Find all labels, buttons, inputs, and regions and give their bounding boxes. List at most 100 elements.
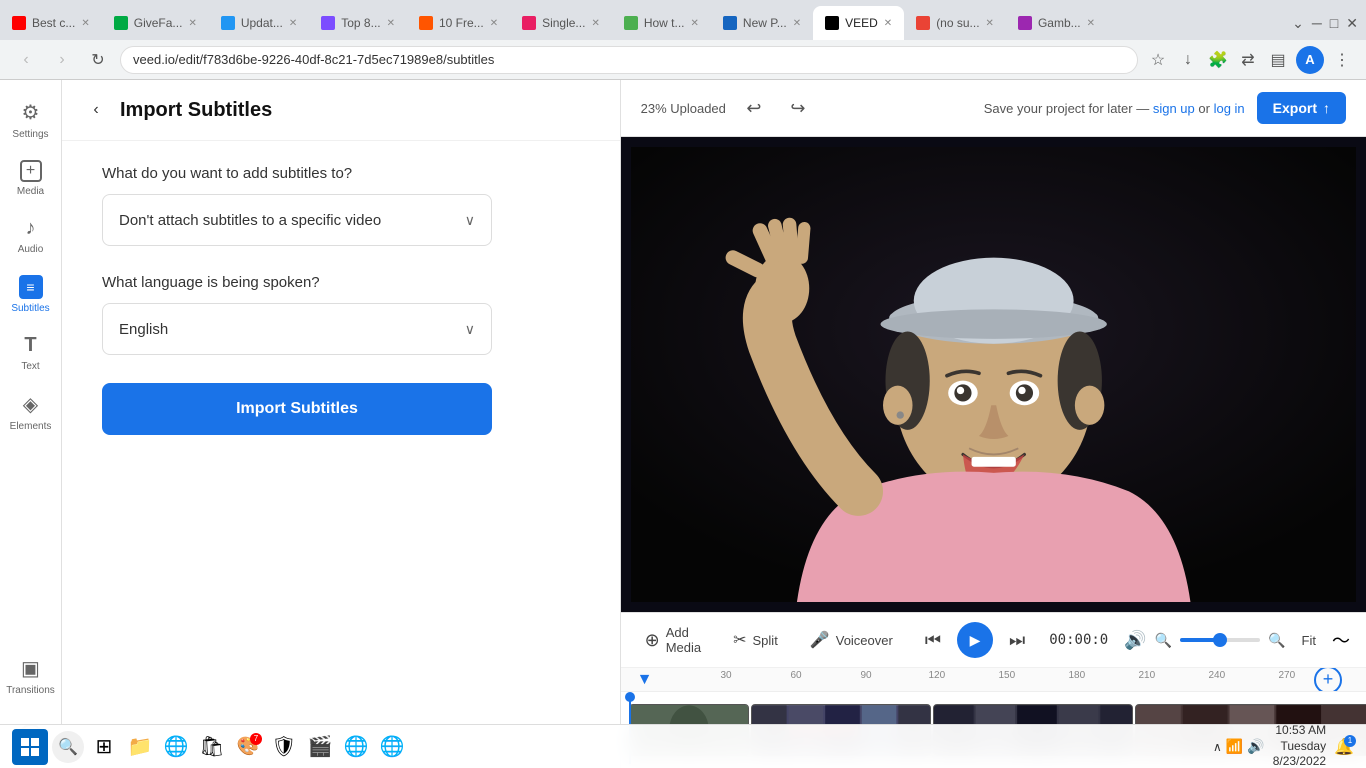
task-view-button[interactable]: ⊞ <box>88 731 120 763</box>
tab-2[interactable]: GiveFa... ✕ <box>102 6 209 40</box>
tab-close-10[interactable]: ✕ <box>986 18 994 29</box>
vlc-icon[interactable]: 🎬 <box>304 731 336 763</box>
tab-close-5[interactable]: ✕ <box>490 18 498 29</box>
sign-up-link[interactable]: sign up <box>1153 101 1195 116</box>
chevron-down-icon-2: ∨ <box>465 321 475 338</box>
sidebar-label-text: Text <box>21 361 39 372</box>
play-button[interactable]: ▶ <box>957 622 993 658</box>
sidebar-toggle-icon[interactable]: ▤ <box>1266 48 1290 72</box>
edge-browser-icon[interactable]: 🌐 <box>160 731 192 763</box>
zoom-slider[interactable] <box>1180 638 1260 642</box>
sidebar-item-text[interactable]: T Text <box>1 326 61 380</box>
language-select[interactable]: English ∨ <box>102 303 492 355</box>
refresh-btn[interactable]: ↻ <box>84 46 112 74</box>
sound-icon[interactable]: 🔊 <box>1247 738 1264 755</box>
add-media-button[interactable]: ⊕ Add Media <box>637 621 710 659</box>
tab-label-5: 10 Fre... <box>439 16 484 30</box>
maximize-btn[interactable]: □ <box>1330 15 1338 31</box>
clock-display[interactable]: 10:53 AM Tuesday 8/23/2022 <box>1273 723 1326 768</box>
video-canvas <box>631 147 1356 602</box>
tab-close-4[interactable]: ✕ <box>387 18 395 29</box>
voiceover-button[interactable]: 🎤 Voiceover <box>802 626 901 654</box>
tab-6[interactable]: Single... ✕ <box>510 6 612 40</box>
sidebar-label-subtitles: Subtitles <box>11 303 49 314</box>
app-icon-1[interactable]: 🎨 7 <box>232 731 264 763</box>
zoom-out-icon[interactable]: 🔍 <box>1155 632 1172 649</box>
tab-close-2[interactable]: ✕ <box>188 18 196 29</box>
add-track-button[interactable]: + <box>1314 668 1342 692</box>
skip-forward-button[interactable]: ⏭ <box>1001 626 1033 655</box>
tab-close-9[interactable]: ✕ <box>884 18 892 29</box>
import-subtitles-button[interactable]: Import Subtitles <box>102 383 492 435</box>
start-button[interactable] <box>12 729 48 765</box>
sync-icon[interactable]: ⇄ <box>1236 48 1260 72</box>
close-btn[interactable]: ✕ <box>1346 15 1358 32</box>
tab-close-8[interactable]: ✕ <box>793 18 801 29</box>
menu-icon[interactable]: ⋮ <box>1330 48 1354 72</box>
transitions-icon: ▣ <box>21 656 40 681</box>
tab-close-3[interactable]: ✕ <box>289 18 297 29</box>
bookmark-icon[interactable]: ☆ <box>1146 48 1170 72</box>
tab-9[interactable]: VEED ✕ <box>813 6 904 40</box>
log-in-link[interactable]: log in <box>1214 101 1245 116</box>
tab-4[interactable]: Top 8... ✕ <box>309 6 407 40</box>
volume-icon[interactable]: 🔊 <box>1124 630 1146 651</box>
tab-close-11[interactable]: ✕ <box>1087 18 1095 29</box>
file-explorer-icon[interactable]: 📁 <box>124 731 156 763</box>
fit-button[interactable]: Fit <box>1294 629 1324 652</box>
zoom-in-icon[interactable]: 🔍 <box>1268 632 1285 649</box>
waveform-icon[interactable]: 〜 <box>1332 627 1350 653</box>
sidebar-item-subtitles[interactable]: ≡ Subtitles <box>1 267 61 322</box>
minimize-btn[interactable]: ─ <box>1312 15 1322 31</box>
tab-favicon-4 <box>321 16 335 30</box>
search-button[interactable]: 🔍 <box>52 731 84 763</box>
sidebar-item-elements[interactable]: ◈ Elements <box>1 384 61 440</box>
tab-11[interactable]: Gamb... ✕ <box>1006 6 1107 40</box>
address-bar[interactable]: veed.io/edit/f783d6be-9226-40df-8c21-7d5… <box>120 46 1138 74</box>
ruler-mark-210: 210 <box>1138 670 1155 681</box>
tab-favicon-10 <box>916 16 930 30</box>
ruler-mark-180: 180 <box>1068 670 1085 681</box>
tab-label-4: Top 8... <box>341 16 380 30</box>
tab-10[interactable]: (no su... ✕ <box>904 6 1006 40</box>
tab-1[interactable]: Best c... ✕ <box>0 6 102 40</box>
download-icon[interactable]: ↓ <box>1176 48 1200 72</box>
back-nav-btn[interactable]: ‹ <box>12 46 40 74</box>
tab-close-7[interactable]: ✕ <box>691 18 699 29</box>
forward-nav-btn[interactable]: › <box>48 46 76 74</box>
chrome-icon-2[interactable]: 🌐 <box>376 731 408 763</box>
tab-close-6[interactable]: ✕ <box>591 18 599 29</box>
export-button[interactable]: Export ↑ <box>1257 92 1346 124</box>
back-button[interactable]: ‹ <box>82 96 110 124</box>
sidebar-item-transitions[interactable]: ▣ Transitions <box>1 648 61 704</box>
profile-avatar[interactable]: A <box>1296 46 1324 74</box>
skip-back-button[interactable]: ⏮ <box>917 626 949 655</box>
filter-icon[interactable]: ▼ <box>637 671 653 689</box>
system-tray: ∧ 📶 🔊 <box>1213 738 1265 755</box>
sidebar-label-transitions: Transitions <box>6 685 55 696</box>
app-icon-2[interactable]: 🛡 <box>268 731 300 763</box>
chrome-icon[interactable]: 🌐 <box>340 731 372 763</box>
tab-5[interactable]: 10 Fre... ✕ <box>407 6 510 40</box>
tab-8[interactable]: New P... ✕ <box>711 6 813 40</box>
undo-button[interactable]: ↩ <box>738 92 770 124</box>
chevron-up-icon[interactable]: ∧ <box>1213 740 1222 754</box>
notification-icon[interactable]: 🔔 1 <box>1334 737 1354 757</box>
store-icon[interactable]: 🛍 <box>196 731 228 763</box>
subtitle-target-select[interactable]: Don't attach subtitles to a specific vid… <box>102 194 492 246</box>
language-group: What language is being spoken? English ∨ <box>102 274 580 355</box>
tab-favicon-2 <box>114 16 128 30</box>
network-icon[interactable]: 📶 <box>1226 738 1243 755</box>
redo-button[interactable]: ↪ <box>782 92 814 124</box>
extensions-icon[interactable]: 🧩 <box>1206 48 1230 72</box>
sidebar-item-audio[interactable]: ♪ Audio <box>1 209 61 263</box>
tab-3[interactable]: Updat... ✕ <box>209 6 309 40</box>
tab-label-6: Single... <box>542 16 585 30</box>
split-label: Split <box>753 633 778 648</box>
tab-7[interactable]: How t... ✕ <box>612 6 711 40</box>
split-button[interactable]: ✂ Split <box>725 626 786 654</box>
sidebar-item-media[interactable]: + Media <box>1 152 61 205</box>
sidebar-item-settings[interactable]: ⚙ Settings <box>1 92 61 148</box>
tab-list-btn[interactable]: ⌄ <box>1292 15 1304 32</box>
tab-close-1[interactable]: ✕ <box>81 18 89 29</box>
